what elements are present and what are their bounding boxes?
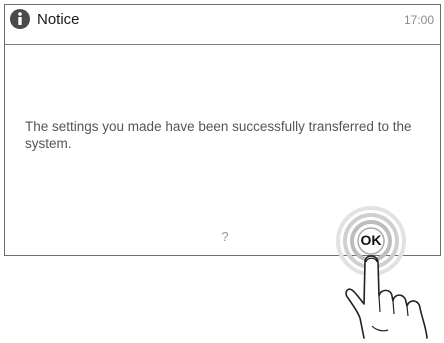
clock-time: 17:00 xyxy=(403,13,434,27)
title-bar: Notice 17:00 xyxy=(5,5,440,45)
ok-button[interactable]: OK xyxy=(355,229,387,251)
help-button[interactable]: ? xyxy=(218,229,232,245)
touch-screen-illustration: Notice 17:00 The settings you made have … xyxy=(0,0,444,343)
info-icon xyxy=(10,9,30,29)
dialog-message: The settings you made have been successf… xyxy=(25,119,412,151)
notice-dialog: Notice 17:00 The settings you made have … xyxy=(4,4,441,256)
dialog-title: Notice xyxy=(37,11,80,28)
